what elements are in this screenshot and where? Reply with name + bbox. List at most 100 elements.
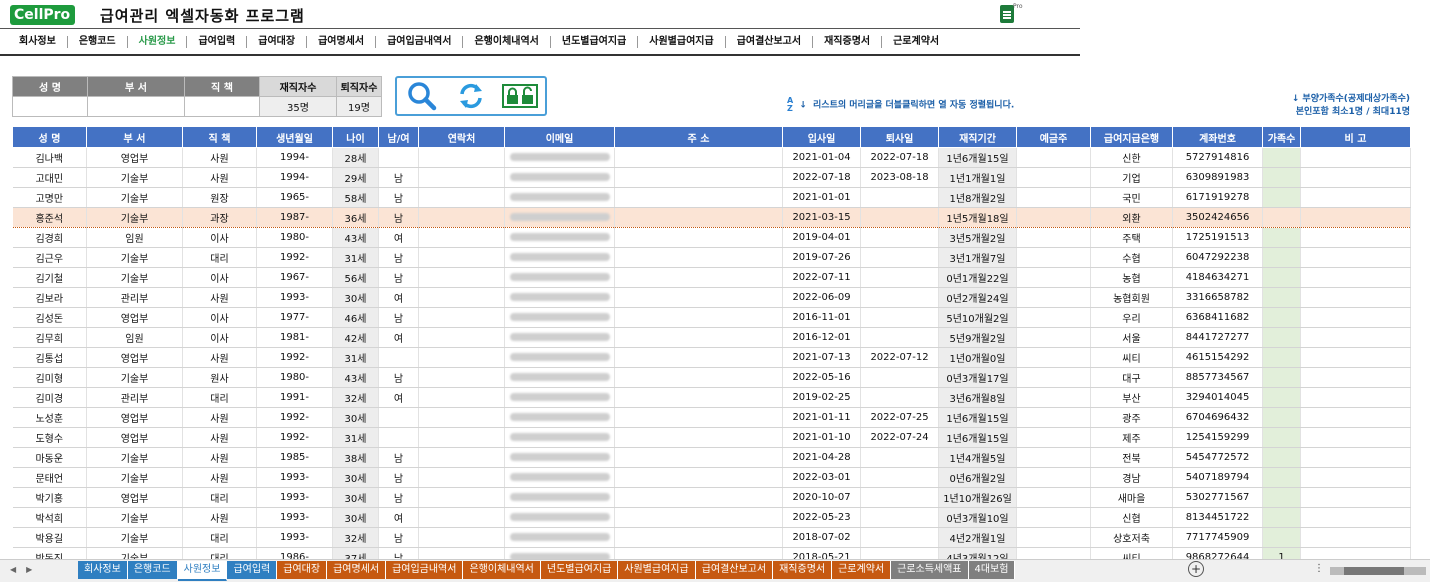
cell-leave[interactable] <box>860 207 939 228</box>
cell-hire[interactable]: 2021-01-01 <box>782 187 861 208</box>
cell-age[interactable]: 56세 <box>332 267 379 288</box>
cell-age[interactable]: 58세 <box>332 187 379 208</box>
cell-pos[interactable]: 사원 <box>182 167 257 188</box>
cell-holder[interactable] <box>1016 187 1091 208</box>
cell-bank[interactable]: 신협 <box>1090 507 1173 528</box>
cell-age[interactable]: 30세 <box>332 507 379 528</box>
cell-acct[interactable]: 6047292238 <box>1172 247 1263 268</box>
cell-dept[interactable]: 기술부 <box>86 527 183 548</box>
cell-leave[interactable] <box>860 307 939 328</box>
cell-email[interactable] <box>504 327 615 348</box>
cell-contact[interactable] <box>418 147 505 168</box>
search-button[interactable] <box>404 79 440 113</box>
cell-leave[interactable]: 2022-07-18 <box>860 147 939 168</box>
cell-addr[interactable] <box>614 467 783 488</box>
cell-birth[interactable]: 1992- <box>256 427 333 448</box>
sheet-tab[interactable]: 근로계약서 <box>832 561 892 579</box>
cell-note[interactable] <box>1300 507 1411 528</box>
name-filter-input[interactable] <box>12 96 88 117</box>
cell-acct[interactable]: 5407189794 <box>1172 467 1263 488</box>
cell-note[interactable] <box>1300 367 1411 388</box>
cell-holder[interactable] <box>1016 147 1091 168</box>
cell-note[interactable] <box>1300 447 1411 468</box>
sheet-tab[interactable]: 근로소득세액표 <box>891 561 969 579</box>
cell-fam[interactable] <box>1262 147 1301 168</box>
cell-birth[interactable]: 1993- <box>256 487 333 508</box>
cell-age[interactable]: 30세 <box>332 407 379 428</box>
cell-addr[interactable] <box>614 147 783 168</box>
cell-sex[interactable]: 남 <box>378 207 419 228</box>
cell-leave[interactable] <box>860 507 939 528</box>
cell-leave[interactable] <box>860 187 939 208</box>
cell-dept[interactable]: 영업부 <box>86 407 183 428</box>
cell-holder[interactable] <box>1016 307 1091 328</box>
table-row[interactable]: 도형수 영업부 사원 1992- 31세 2021-01-10 2022-07-24 1년6개… <box>12 427 1411 448</box>
cell-dept[interactable]: 기술부 <box>86 467 183 488</box>
cell-sex[interactable]: 여 <box>378 287 419 308</box>
sheet-tab[interactable]: 급여결산보고서 <box>695 561 774 579</box>
cell-addr[interactable] <box>614 427 783 448</box>
cell-fam[interactable] <box>1262 447 1301 468</box>
cell-fam[interactable] <box>1262 167 1301 188</box>
cell-hire[interactable]: 2021-03-15 <box>782 207 861 228</box>
table-row[interactable]: 박석희 기술부 사원 1993- 30세 여 2022-05-23 0년3개월10일 신협 813… <box>12 507 1411 528</box>
cell-bank[interactable]: 전북 <box>1090 447 1173 468</box>
cell-tenure[interactable]: 1년0개월0일 <box>938 347 1017 368</box>
table-row[interactable]: 김근우 기술부 대리 1992- 31세 남 2019-07-26 3년1개월7일 수협 6047… <box>12 247 1411 268</box>
cell-email[interactable] <box>504 187 615 208</box>
column-header[interactable]: 가족수 <box>1262 126 1301 148</box>
cell-name[interactable]: 도형수 <box>12 427 87 448</box>
cell-tenure[interactable]: 0년3개월10일 <box>938 507 1017 528</box>
cell-holder[interactable] <box>1016 467 1091 488</box>
cell-contact[interactable] <box>418 167 505 188</box>
column-header[interactable]: 주 소 <box>614 126 783 148</box>
cell-bank[interactable]: 상호저축 <box>1090 527 1173 548</box>
cell-note[interactable] <box>1300 427 1411 448</box>
cell-holder[interactable] <box>1016 407 1091 428</box>
cell-holder[interactable] <box>1016 507 1091 528</box>
cell-birth[interactable]: 1965- <box>256 187 333 208</box>
menu-item[interactable]: 사원정보 <box>128 36 188 48</box>
spreadsheet-icon[interactable]: Pro <box>1000 3 1023 23</box>
cell-addr[interactable] <box>614 167 783 188</box>
cell-contact[interactable] <box>418 407 505 428</box>
menu-item[interactable]: 사원별급여지급 <box>638 36 726 48</box>
cell-name[interactable]: 고명만 <box>12 187 87 208</box>
cell-fam[interactable] <box>1262 307 1301 328</box>
cell-name[interactable]: 김성돈 <box>12 307 87 328</box>
cell-dept[interactable]: 영업부 <box>86 347 183 368</box>
cell-birth[interactable]: 1992- <box>256 247 333 268</box>
cell-pos[interactable]: 원사 <box>182 367 257 388</box>
cell-tenure[interactable]: 1년6개월15일 <box>938 147 1017 168</box>
cell-contact[interactable] <box>418 247 505 268</box>
cell-pos[interactable]: 사원 <box>182 467 257 488</box>
more-options-icon[interactable]: ⋮ <box>1314 563 1324 574</box>
sheet-tab[interactable]: 급여입금내역서 <box>386 561 464 579</box>
cell-dept[interactable]: 기술부 <box>86 187 183 208</box>
cell-sex[interactable]: 남 <box>378 247 419 268</box>
table-row[interactable]: 김보라 관리부 사원 1993- 30세 여 2022-06-09 0년2개월24일 농협회원 3… <box>12 287 1411 308</box>
cell-name[interactable]: 홍준석 <box>12 207 87 228</box>
position-filter-input[interactable] <box>184 96 260 117</box>
cell-age[interactable]: 31세 <box>332 427 379 448</box>
cell-fam[interactable] <box>1262 287 1301 308</box>
cell-fam[interactable] <box>1262 207 1301 228</box>
cell-note[interactable] <box>1300 387 1411 408</box>
cell-hire[interactable]: 2016-12-01 <box>782 327 861 348</box>
cell-dept[interactable]: 영업부 <box>86 147 183 168</box>
cell-birth[interactable]: 1993- <box>256 507 333 528</box>
cell-leave[interactable] <box>860 447 939 468</box>
table-row[interactable]: 김통섭 영업부 사원 1992- 31세 2021-07-13 2022-07-12 1년0개… <box>12 347 1411 368</box>
cell-holder[interactable] <box>1016 447 1091 468</box>
cell-dept[interactable]: 기술부 <box>86 267 183 288</box>
cell-addr[interactable] <box>614 227 783 248</box>
cell-bank[interactable]: 국민 <box>1090 187 1173 208</box>
cell-email[interactable] <box>504 427 615 448</box>
sheet-tab[interactable]: 4대보험 <box>968 561 1016 579</box>
cell-fam[interactable] <box>1262 487 1301 508</box>
cell-tenure[interactable]: 1년10개월26일 <box>938 487 1017 508</box>
cell-tenure[interactable]: 1년5개월18일 <box>938 207 1017 228</box>
cell-bank[interactable]: 농협회원 <box>1090 287 1173 308</box>
cell-sex[interactable]: 남 <box>378 447 419 468</box>
table-row[interactable]: 김무희 임원 이사 1981- 42세 여 2016-12-01 5년9개월2일 서울 84417… <box>12 327 1411 348</box>
